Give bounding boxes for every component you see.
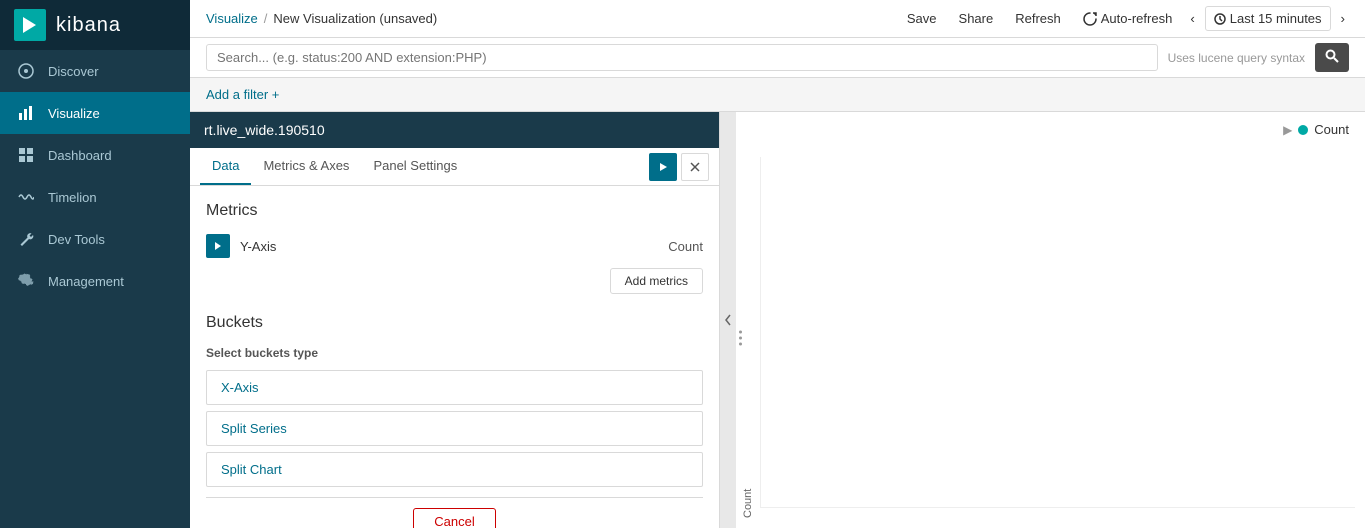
chevron-left-icon — [724, 314, 732, 326]
breadcrumb-current: New Visualization (unsaved) — [273, 11, 437, 26]
clock-icon — [1214, 13, 1226, 25]
bucket-option-split-chart[interactable]: Split Chart — [206, 452, 703, 487]
sidebar: kibana Discover Visualize Dashboard Time — [0, 0, 190, 528]
metric-label: Y-Axis — [240, 239, 668, 254]
metric-expand-button[interactable] — [206, 234, 230, 258]
tab-data-label: Data — [212, 158, 239, 173]
lucene-hint: Uses lucene query syntax — [1168, 51, 1305, 65]
sidebar-item-discover-label: Discover — [48, 64, 99, 79]
tab-panel-settings[interactable]: Panel Settings — [361, 148, 469, 185]
play-icon — [658, 162, 668, 172]
expand-icon — [214, 241, 222, 251]
top-bar: Visualize / New Visualization (unsaved) … — [190, 0, 1365, 38]
bar-chart-icon — [16, 103, 36, 123]
panel-tab-actions — [649, 153, 709, 181]
search-icon — [1325, 49, 1339, 63]
chart-legend: ▶ Count — [736, 112, 1365, 147]
refresh-button[interactable]: Refresh — [1007, 7, 1069, 30]
cancel-button[interactable]: Cancel — [413, 508, 495, 528]
kibana-logo-icon — [20, 15, 40, 35]
viz-container: rt.live_wide.190510 Data Metrics & Axes … — [190, 112, 1365, 528]
panel-content: Metrics Y-Axis Count Add metrics Buckets… — [190, 186, 719, 528]
time-range-label: Last 15 minutes — [1230, 11, 1322, 26]
sidebar-item-devtools[interactable]: Dev Tools — [0, 218, 190, 260]
metrics-section-title: Metrics — [206, 202, 703, 220]
sidebar-item-dashboard-label: Dashboard — [48, 148, 112, 163]
chart-area: ▶ Count Count — [736, 112, 1365, 528]
search-input[interactable] — [206, 44, 1158, 71]
close-button[interactable] — [681, 153, 709, 181]
breadcrumb: Visualize / New Visualization (unsaved) — [206, 11, 899, 26]
metric-type: Count — [668, 239, 703, 254]
auto-refresh-button[interactable]: Auto-refresh — [1075, 7, 1181, 30]
tab-data[interactable]: Data — [200, 148, 251, 185]
sidebar-item-dashboard[interactable]: Dashboard — [0, 134, 190, 176]
legend-expand-icon: ▶ — [1283, 123, 1292, 137]
kibana-logo-box — [14, 9, 46, 41]
wave-icon — [16, 187, 36, 207]
metric-item-yaxis: Y-Axis Count — [206, 234, 703, 258]
bucket-option-split-series[interactable]: Split Series — [206, 411, 703, 446]
index-name: rt.live_wide.190510 — [204, 122, 325, 138]
logo-area: kibana — [0, 0, 190, 50]
wrench-icon — [16, 229, 36, 249]
sidebar-item-management[interactable]: Management — [0, 260, 190, 302]
top-actions: Save Share Refresh Auto-refresh ‹ Last 1… — [899, 6, 1349, 31]
save-button[interactable]: Save — [899, 7, 945, 30]
gear-icon — [16, 271, 36, 291]
add-metrics-button[interactable]: Add metrics — [610, 268, 703, 294]
legend-dot-count — [1298, 125, 1308, 135]
buckets-section: Buckets Select buckets type X-Axis Split… — [206, 314, 703, 487]
bucket-option-xaxis[interactable]: X-Axis — [206, 370, 703, 405]
chart-content: Count — [736, 147, 1365, 528]
time-range-button[interactable]: Last 15 minutes — [1205, 6, 1331, 31]
kibana-logo-text: kibana — [56, 14, 121, 37]
compass-icon — [16, 61, 36, 81]
collapse-panel-button[interactable] — [720, 112, 736, 528]
close-icon — [690, 162, 700, 172]
panel-header: rt.live_wide.190510 — [190, 112, 719, 148]
panel-tabs: Data Metrics & Axes Panel Settings — [190, 148, 719, 186]
grid-icon — [16, 145, 36, 165]
breadcrumb-visualize-link[interactable]: Visualize — [206, 11, 258, 26]
filter-bar: Add a filter + — [190, 78, 1365, 112]
auto-refresh-icon — [1083, 12, 1097, 26]
sidebar-item-visualize-label: Visualize — [48, 106, 100, 121]
breadcrumb-separator: / — [264, 11, 268, 26]
search-bar: Uses lucene query syntax — [190, 38, 1365, 78]
sidebar-item-timelion-label: Timelion — [48, 190, 97, 205]
buckets-section-title: Buckets — [206, 314, 703, 332]
tab-metrics-axes-label: Metrics & Axes — [263, 158, 349, 173]
next-time-button[interactable]: › — [1337, 7, 1349, 30]
sidebar-item-visualize[interactable]: Visualize — [0, 92, 190, 134]
auto-refresh-label: Auto-refresh — [1101, 11, 1173, 26]
left-panel: rt.live_wide.190510 Data Metrics & Axes … — [190, 112, 720, 528]
search-button[interactable] — [1315, 43, 1349, 72]
prev-time-button[interactable]: ‹ — [1186, 7, 1198, 30]
y-axis-label: Count — [736, 147, 760, 528]
sidebar-item-management-label: Management — [48, 274, 124, 289]
chart-grid — [760, 157, 1355, 508]
legend-label-count: Count — [1314, 122, 1349, 137]
tab-panel-settings-label: Panel Settings — [373, 158, 457, 173]
play-button[interactable] — [649, 153, 677, 181]
sidebar-item-timelion[interactable]: Timelion — [0, 176, 190, 218]
sidebar-item-devtools-label: Dev Tools — [48, 232, 105, 247]
add-filter-button[interactable]: Add a filter + — [206, 87, 279, 102]
sidebar-item-discover[interactable]: Discover — [0, 50, 190, 92]
main-content: Visualize / New Visualization (unsaved) … — [190, 0, 1365, 528]
buckets-subtitle: Select buckets type — [206, 346, 703, 360]
share-button[interactable]: Share — [951, 7, 1002, 30]
panel-footer: Cancel — [206, 497, 703, 528]
tab-metrics-axes[interactable]: Metrics & Axes — [251, 148, 361, 185]
